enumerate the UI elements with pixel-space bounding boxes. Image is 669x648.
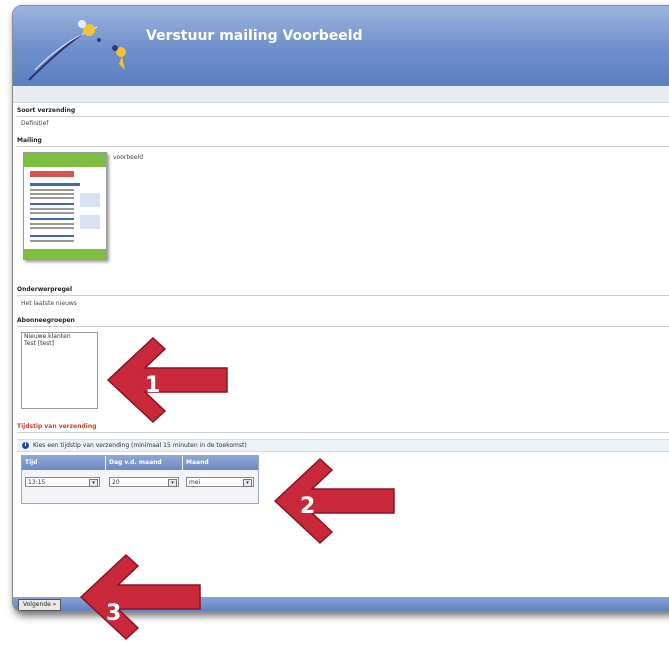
chevron-down-icon[interactable]: ▾ xyxy=(243,479,252,487)
chevron-down-icon[interactable]: ▾ xyxy=(168,479,177,487)
list-item[interactable]: Nieuwe klanten xyxy=(22,333,97,340)
dag-select[interactable]: 20 ▾ xyxy=(109,477,179,487)
callout-arrow-3: 3 xyxy=(79,553,201,641)
info-text: Kies een tijdstip van verzending (minima… xyxy=(33,442,247,449)
section-abonneegroepen: Abonneegroepen xyxy=(17,317,669,327)
section-onderwerpregel: Onderwerpregel xyxy=(17,286,669,296)
info-icon: i xyxy=(22,442,29,449)
window-header: Verstuur mailing Voorbeeld xyxy=(13,6,669,86)
logo-icon xyxy=(28,20,126,81)
tijd-value: 13:15 xyxy=(28,479,46,486)
dag-value: 20 xyxy=(112,479,120,486)
callout-number-2: 2 xyxy=(300,494,315,519)
page-title: Verstuur mailing Voorbeeld xyxy=(146,28,363,44)
chevron-down-icon[interactable]: ▾ xyxy=(89,479,98,487)
info-bar: i Kies een tijdstip van verzending (mini… xyxy=(17,439,669,452)
list-item[interactable]: Test [test] xyxy=(22,340,97,347)
mailing-name: voorbeeld xyxy=(113,154,144,161)
next-button[interactable]: Volgende » xyxy=(18,599,62,611)
callout-number-1: 1 xyxy=(145,373,160,398)
column-header-tijd: Tijd xyxy=(22,456,105,470)
onderwerpregel-value: Het laatste nieuws xyxy=(21,300,77,307)
maand-value: mei xyxy=(189,479,201,486)
section-mailing: Mailing xyxy=(17,137,669,147)
mailing-preview-image xyxy=(24,153,106,259)
time-picker-table: Tijd Dag v.d. maand Maand 13:15 ▾ 20 ▾ m… xyxy=(21,455,259,504)
section-soort-verzending: Soort verzending xyxy=(17,107,669,117)
column-header-dag: Dag v.d. maand xyxy=(106,456,182,470)
callout-arrow-1: 1 xyxy=(106,336,228,424)
callout-number-3: 3 xyxy=(106,601,121,626)
maand-select[interactable]: mei ▾ xyxy=(186,477,254,487)
column-header-maand: Maand xyxy=(183,456,258,470)
toolbar-strip xyxy=(13,86,669,103)
tijd-select[interactable]: 13:15 ▾ xyxy=(25,477,100,487)
callout-arrow-2: 2 xyxy=(273,457,395,545)
abonneegroepen-listbox[interactable]: Nieuwe klanten Test [test] xyxy=(21,332,98,409)
mailing-thumbnail[interactable] xyxy=(23,152,107,260)
soort-verzending-value: Definitief xyxy=(21,120,49,127)
